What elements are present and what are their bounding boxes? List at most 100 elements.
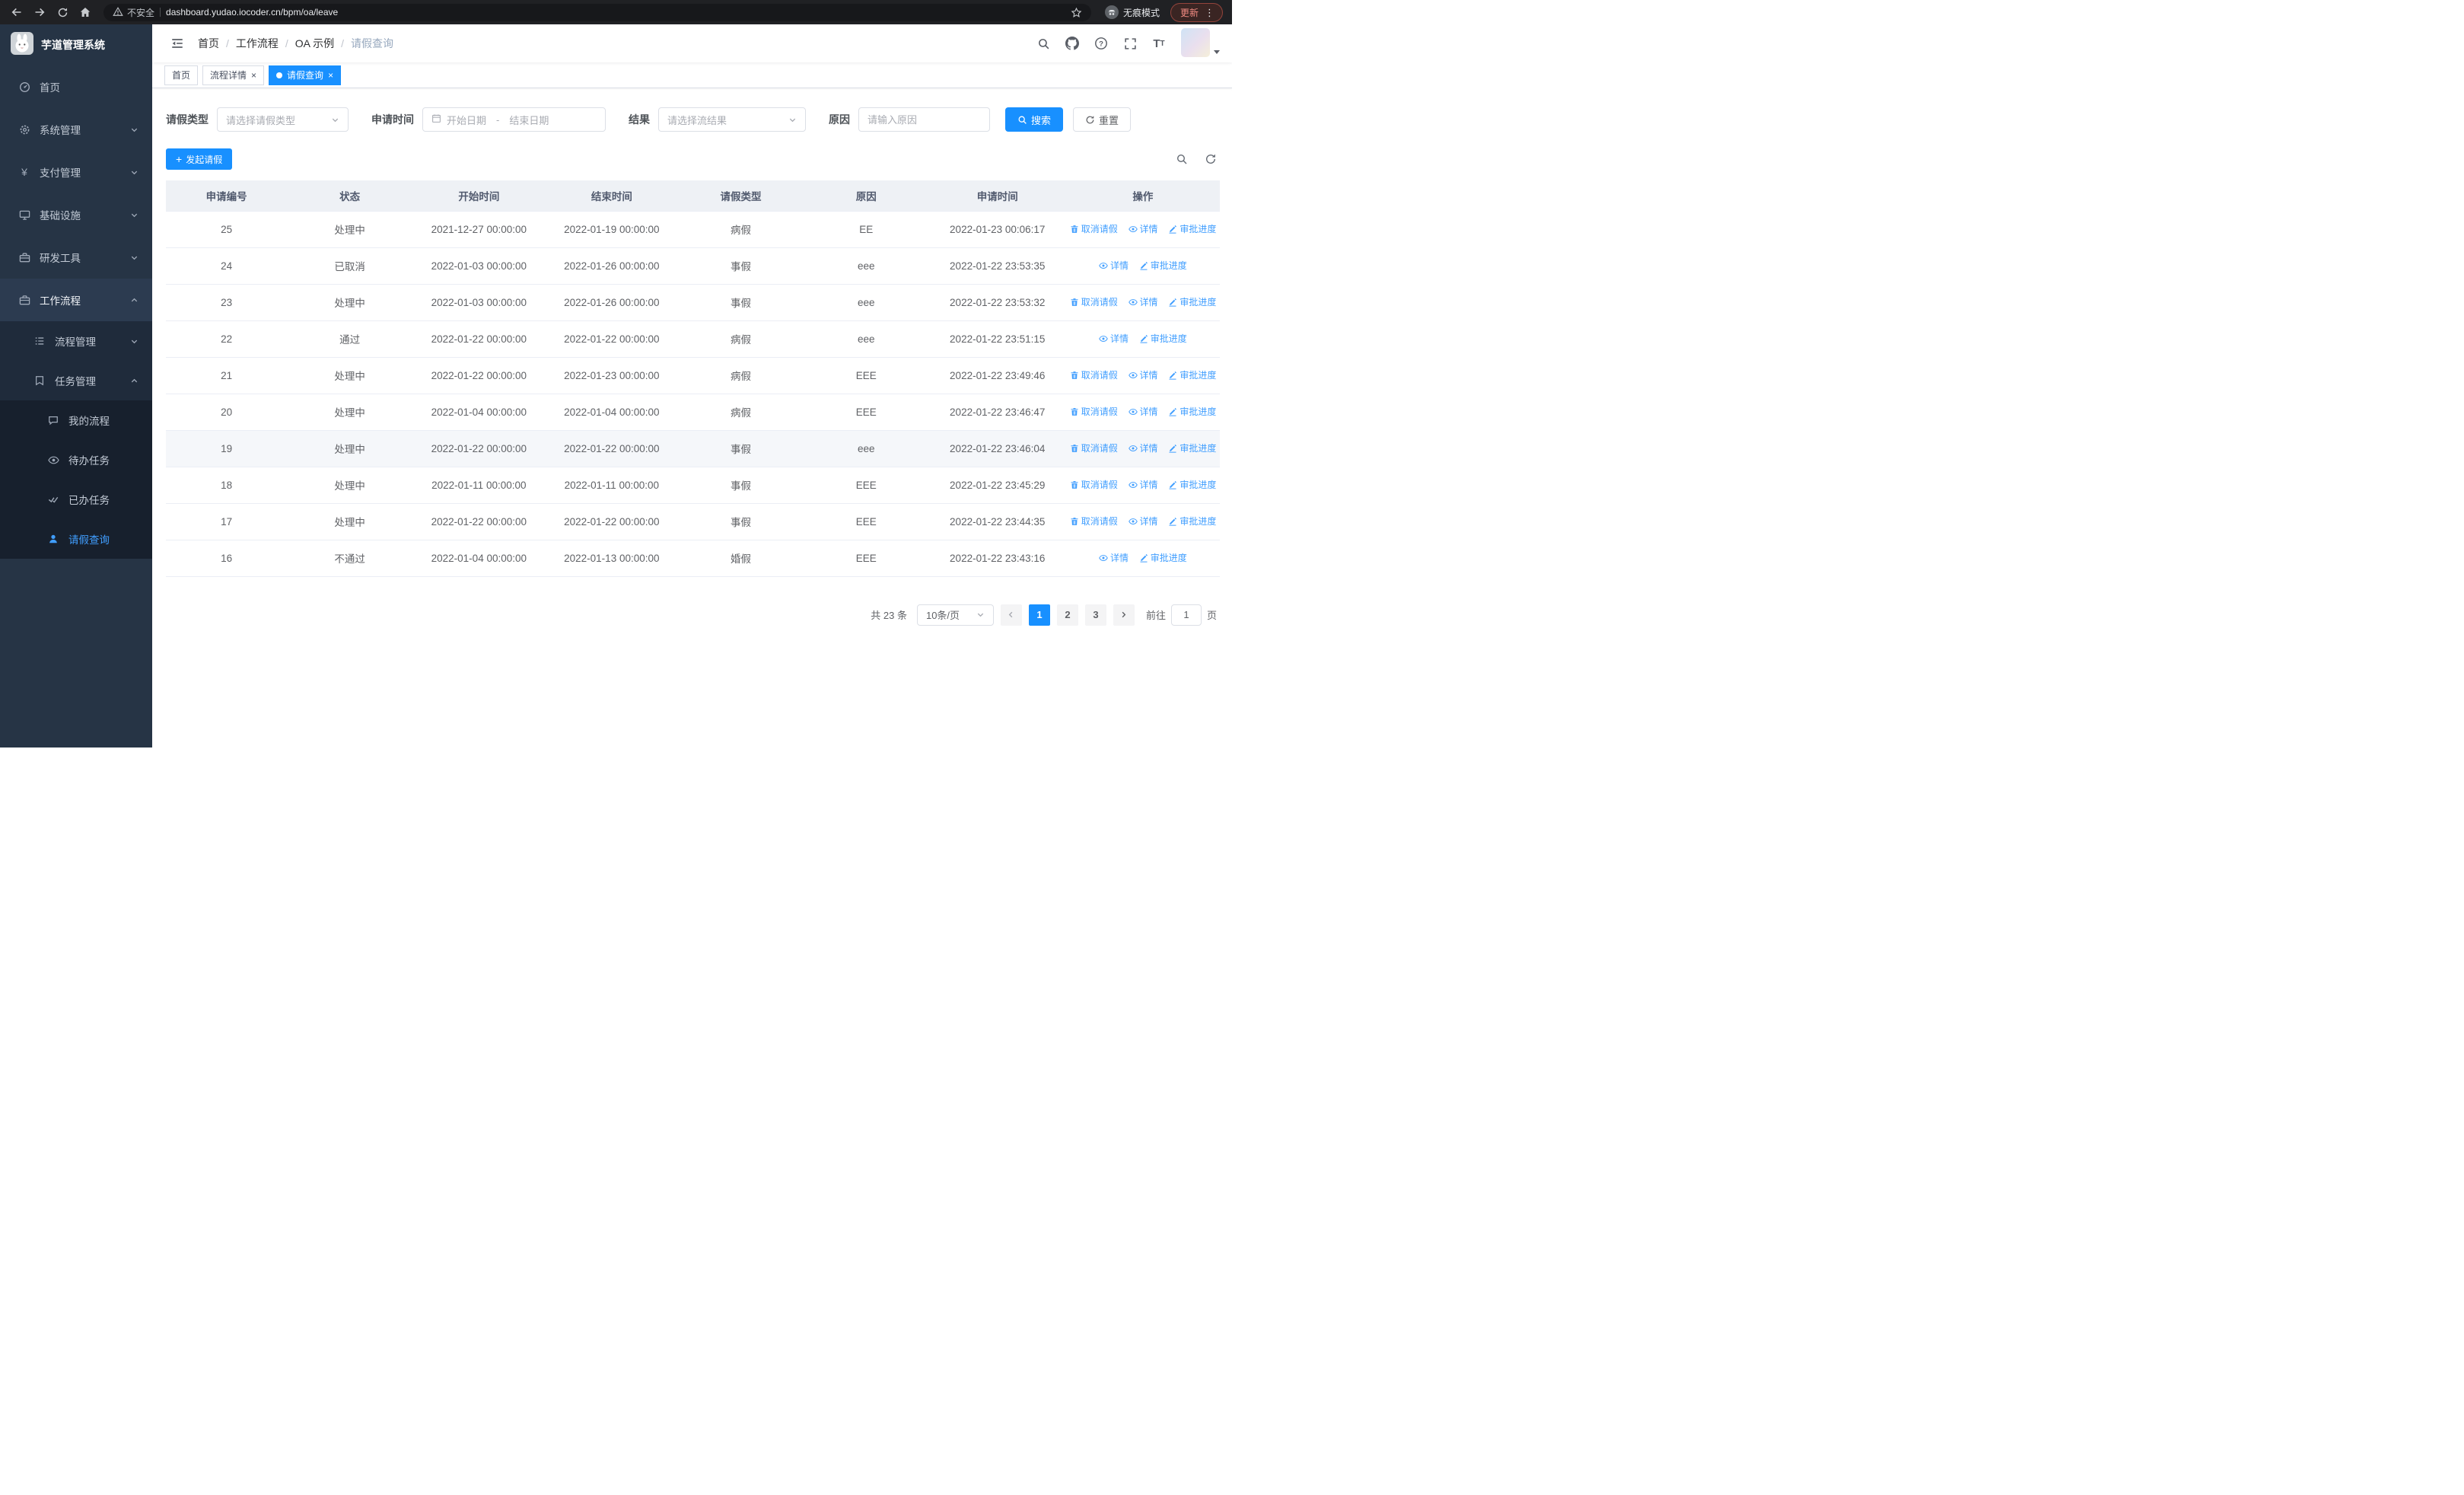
cancel-leave-link[interactable]: 取消请假 (1070, 368, 1118, 381)
detail-link[interactable]: 详情 (1099, 332, 1129, 345)
approval-progress-link[interactable]: 审批进度 (1139, 332, 1187, 345)
detail-link[interactable]: 详情 (1128, 405, 1158, 418)
reset-button[interactable]: 重置 (1073, 107, 1132, 132)
sidebar-item-workflow[interactable]: 工作流程 (0, 279, 152, 321)
cancel-leave-link[interactable]: 取消请假 (1070, 295, 1118, 308)
update-label[interactable]: 更新 (1180, 6, 1199, 19)
app-logo: 芋道管理系统 (0, 24, 152, 65)
browser-update-button[interactable]: 更新 ⋮ (1170, 2, 1223, 22)
page-size-select[interactable]: 10条/页 (916, 604, 994, 626)
approval-progress-link[interactable]: 审批进度 (1168, 405, 1216, 418)
search-icon[interactable] (1030, 30, 1056, 56)
approval-progress-link[interactable]: 审批进度 (1168, 368, 1216, 381)
browser-back-icon[interactable] (6, 2, 27, 23)
sidebar-item-todo-tasks[interactable]: 待办任务 (0, 440, 152, 480)
bookmark-star-icon[interactable] (1071, 7, 1082, 18)
breadcrumb-separator: / (341, 37, 345, 49)
page-button-3[interactable]: 3 (1084, 604, 1106, 626)
approval-progress-link[interactable]: 审批进度 (1139, 551, 1187, 564)
table-row: 18 处理中 2022-01-11 00:00:00 2022-01-11 00… (166, 467, 1220, 504)
cancel-leave-link[interactable]: 取消请假 (1070, 405, 1118, 418)
tab-process-detail[interactable]: 流程详情 × (202, 65, 265, 85)
approval-progress-link[interactable]: 审批进度 (1168, 478, 1216, 491)
approval-progress-link[interactable]: 审批进度 (1168, 222, 1216, 235)
cancel-leave-link[interactable]: 取消请假 (1070, 478, 1118, 491)
cell-operations: 详情 审批进度 (1065, 247, 1220, 285)
browser-home-icon[interactable] (75, 2, 96, 23)
detail-link[interactable]: 详情 (1128, 441, 1158, 454)
app-header: 首页 / 工作流程 / OA 示例 / 请假查询 ? T T (152, 24, 1232, 62)
sidebar-item-process-mgmt[interactable]: 流程管理 (0, 321, 152, 361)
breadcrumb-home[interactable]: 首页 (198, 36, 219, 51)
chevron-down-icon (130, 253, 138, 262)
range-separator: - (496, 113, 500, 126)
sidebar-item-my-process[interactable]: 我的流程 (0, 400, 152, 440)
detail-link[interactable]: 详情 (1128, 222, 1158, 235)
close-icon[interactable]: × (328, 71, 333, 80)
apply-time-range-picker[interactable]: 开始日期 - 结束日期 (422, 107, 606, 132)
result-select[interactable]: 请选择流结果 (658, 107, 806, 132)
next-page-button[interactable] (1113, 604, 1135, 626)
table-row: 17 处理中 2022-01-22 00:00:00 2022-01-22 00… (166, 503, 1220, 540)
breadcrumb-workflow[interactable]: 工作流程 (236, 36, 279, 51)
detail-link[interactable]: 详情 (1099, 551, 1129, 564)
github-icon[interactable] (1059, 30, 1085, 56)
browser-reload-icon[interactable] (52, 2, 73, 23)
cancel-leave-link[interactable]: 取消请假 (1070, 441, 1118, 454)
fullscreen-icon[interactable] (1117, 30, 1143, 56)
sidebar-item-task-mgmt[interactable]: 任务管理 (0, 361, 152, 400)
cell-leave-type: 病假 (678, 357, 804, 394)
goto-page-input[interactable] (1170, 604, 1202, 626)
sidebar-item-leave-query[interactable]: 请假查询 (0, 519, 152, 559)
collapse-sidebar-icon[interactable] (164, 30, 190, 56)
close-icon[interactable]: × (251, 71, 256, 80)
detail-link[interactable]: 详情 (1128, 368, 1158, 381)
url-text[interactable]: dashboard.yudao.iocoder.cn/bpm/oa/leave (166, 7, 1065, 18)
cancel-leave-link[interactable]: 取消请假 (1070, 515, 1118, 528)
toggle-search-icon[interactable] (1176, 153, 1188, 165)
cancel-leave-link[interactable]: 取消请假 (1070, 222, 1118, 235)
create-leave-button[interactable]: + 发起请假 (166, 148, 233, 170)
detail-link[interactable]: 详情 (1128, 478, 1158, 491)
browser-forward-icon[interactable] (29, 2, 50, 23)
prev-page-button[interactable] (1000, 604, 1022, 626)
search-button[interactable]: 搜索 (1005, 107, 1064, 132)
table-toolbar: + 发起请假 (152, 132, 1232, 170)
approval-progress-link[interactable]: 审批进度 (1139, 259, 1187, 272)
tab-leave-query[interactable]: 请假查询 × (269, 65, 342, 85)
font-size-icon[interactable]: TT (1146, 30, 1172, 56)
sidebar-item-home[interactable]: 首页 (0, 65, 152, 108)
detail-link[interactable]: 详情 (1128, 295, 1158, 308)
page-button-2[interactable]: 2 (1056, 604, 1078, 626)
page-button-1[interactable]: 1 (1028, 604, 1050, 626)
cell-apply-time: 2022-01-22 23:53:35 (928, 247, 1066, 285)
leave-type-select[interactable]: 请选择请假类型 (217, 107, 349, 132)
cancel-leave-label: 取消请假 (1081, 406, 1118, 418)
approval-progress-link[interactable]: 审批进度 (1168, 295, 1216, 308)
user-menu[interactable] (1181, 28, 1220, 59)
approval-progress-link[interactable]: 审批进度 (1168, 441, 1216, 454)
breadcrumb-oa-demo[interactable]: OA 示例 (295, 36, 334, 51)
browser-menu-icon[interactable]: ⋮ (1205, 8, 1214, 18)
detail-link[interactable]: 详情 (1128, 515, 1158, 528)
security-warning[interactable]: 不安全 (113, 6, 154, 19)
sidebar-item-done-tasks[interactable]: 已办任务 (0, 480, 152, 519)
detail-link[interactable]: 详情 (1099, 259, 1129, 272)
address-bar[interactable]: 不安全 dashboard.yudao.iocoder.cn/bpm/oa/le… (103, 3, 1091, 21)
cell-start-time: 2022-01-03 00:00:00 (412, 284, 546, 321)
cell-start-time: 2022-01-04 00:00:00 (412, 540, 546, 577)
sidebar-item-payment[interactable]: ¥ 支付管理 (0, 151, 152, 193)
security-label: 不安全 (127, 7, 155, 18)
help-icon[interactable]: ? (1088, 30, 1114, 56)
reason-input[interactable] (858, 107, 990, 132)
sidebar-item-devtools[interactable]: 研发工具 (0, 236, 152, 279)
table-row: 21 处理中 2022-01-22 00:00:00 2022-01-23 00… (166, 357, 1220, 394)
cell-operations: 取消请假 详情 审批进度 (1065, 211, 1220, 248)
approval-progress-link[interactable]: 审批进度 (1168, 515, 1216, 528)
sidebar-item-infra[interactable]: 基础设施 (0, 193, 152, 236)
tab-home[interactable]: 首页 (164, 65, 199, 85)
sidebar-item-system[interactable]: 系统管理 (0, 108, 152, 151)
refresh-icon[interactable] (1205, 153, 1217, 165)
avatar[interactable] (1181, 28, 1210, 57)
dashboard-icon (18, 81, 30, 93)
